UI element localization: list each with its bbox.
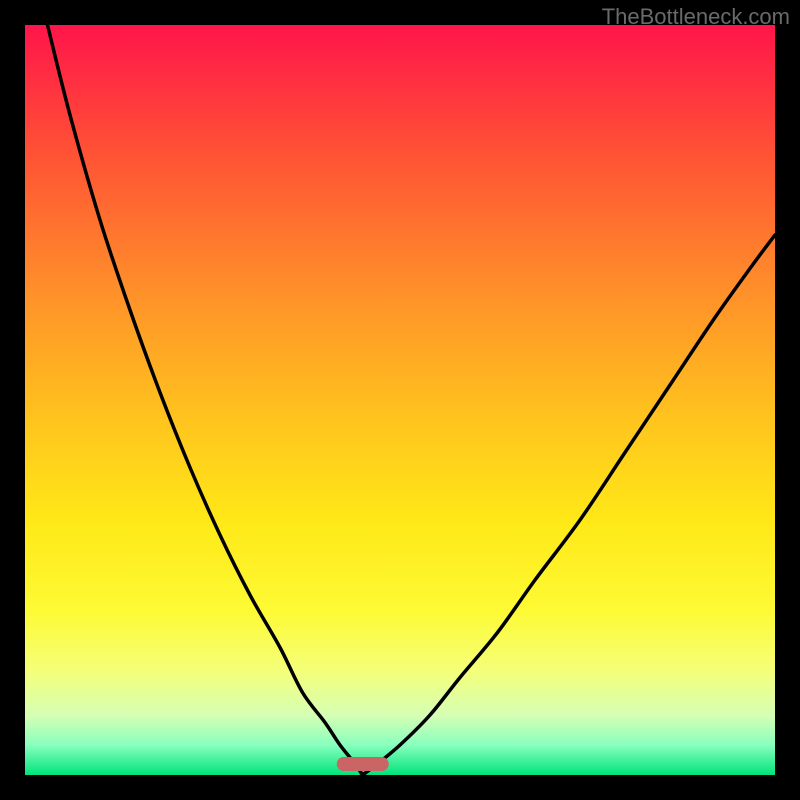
optimal-marker <box>336 757 389 771</box>
curve-layer <box>25 25 775 775</box>
chart-frame <box>25 25 775 775</box>
right-curve <box>363 235 776 775</box>
watermark-text: TheBottleneck.com <box>602 4 790 30</box>
left-curve <box>48 25 363 775</box>
